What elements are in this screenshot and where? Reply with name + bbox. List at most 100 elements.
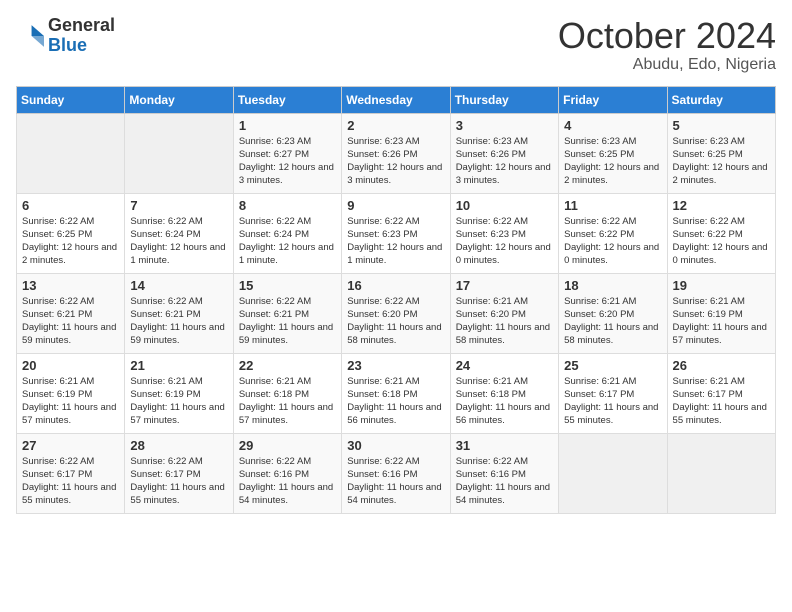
day-info: Sunrise: 6:22 AM Sunset: 6:17 PM Dayligh… bbox=[130, 455, 227, 508]
calendar-day-cell: 1 Sunrise: 6:23 AM Sunset: 6:27 PM Daylig… bbox=[233, 113, 341, 193]
day-info: Sunrise: 6:21 AM Sunset: 6:19 PM Dayligh… bbox=[22, 375, 119, 428]
calendar-day-cell: 4 Sunrise: 6:23 AM Sunset: 6:25 PM Daylig… bbox=[559, 113, 667, 193]
day-number: 2 bbox=[347, 118, 444, 133]
day-number: 5 bbox=[673, 118, 770, 133]
logo-icon bbox=[16, 22, 44, 50]
day-info: Sunrise: 6:23 AM Sunset: 6:26 PM Dayligh… bbox=[347, 135, 444, 188]
calendar-day-cell: 14Sunrise: 6:22 AM Sunset: 6:21 PM Dayli… bbox=[125, 273, 233, 353]
weekday-header: Saturday bbox=[667, 86, 775, 113]
calendar-day-cell: 30Sunrise: 6:22 AM Sunset: 6:16 PM Dayli… bbox=[342, 433, 450, 513]
calendar-day-cell: 20 Sunrise: 6:21 AM Sunset: 6:19 PM Dayli… bbox=[17, 353, 125, 433]
day-info: Sunrise: 6:21 AM Sunset: 6:19 PM Dayligh… bbox=[130, 375, 227, 428]
day-info: Sunrise: 6:22 AM Sunset: 6:16 PM Dayligh… bbox=[239, 455, 336, 508]
day-number: 24 bbox=[456, 358, 553, 373]
calendar-day-cell: 12 Sunrise: 6:22 AM Sunset: 6:22 PM Dayli… bbox=[667, 193, 775, 273]
calendar-day-cell bbox=[559, 433, 667, 513]
day-number: 29 bbox=[239, 438, 336, 453]
day-info: Sunrise: 6:22 AM Sunset: 6:21 PM Dayligh… bbox=[239, 295, 336, 348]
calendar-day-cell: 2 Sunrise: 6:23 AM Sunset: 6:26 PM Daylig… bbox=[342, 113, 450, 193]
day-info: Sunrise: 6:22 AM Sunset: 6:16 PM Dayligh… bbox=[456, 455, 553, 508]
day-info: Sunrise: 6:22 AM Sunset: 6:17 PM Dayligh… bbox=[22, 455, 119, 508]
day-number: 13 bbox=[22, 278, 119, 293]
calendar-day-cell: 28Sunrise: 6:22 AM Sunset: 6:17 PM Dayli… bbox=[125, 433, 233, 513]
day-info: Sunrise: 6:22 AM Sunset: 6:23 PM Dayligh… bbox=[347, 215, 444, 268]
day-info: Sunrise: 6:21 AM Sunset: 6:18 PM Dayligh… bbox=[239, 375, 336, 428]
day-info: Sunrise: 6:22 AM Sunset: 6:24 PM Dayligh… bbox=[130, 215, 227, 268]
day-info: Sunrise: 6:23 AM Sunset: 6:25 PM Dayligh… bbox=[564, 135, 661, 188]
calendar-day-cell: 24 Sunrise: 6:21 AM Sunset: 6:18 PM Dayli… bbox=[450, 353, 558, 433]
day-info: Sunrise: 6:22 AM Sunset: 6:25 PM Dayligh… bbox=[22, 215, 119, 268]
month-title: October 2024 bbox=[558, 16, 776, 56]
day-number: 27 bbox=[22, 438, 119, 453]
calendar-day-cell bbox=[17, 113, 125, 193]
day-info: Sunrise: 6:21 AM Sunset: 6:17 PM Dayligh… bbox=[673, 375, 770, 428]
day-number: 19 bbox=[673, 278, 770, 293]
calendar-week-row: 20 Sunrise: 6:21 AM Sunset: 6:19 PM Dayli… bbox=[17, 353, 776, 433]
day-info: Sunrise: 6:22 AM Sunset: 6:21 PM Dayligh… bbox=[130, 295, 227, 348]
calendar-day-cell: 5 Sunrise: 6:23 AM Sunset: 6:25 PM Daylig… bbox=[667, 113, 775, 193]
day-info: Sunrise: 6:22 AM Sunset: 6:22 PM Dayligh… bbox=[564, 215, 661, 268]
weekday-header: Sunday bbox=[17, 86, 125, 113]
day-number: 26 bbox=[673, 358, 770, 373]
calendar-day-cell: 7 Sunrise: 6:22 AM Sunset: 6:24 PM Daylig… bbox=[125, 193, 233, 273]
day-info: Sunrise: 6:21 AM Sunset: 6:20 PM Dayligh… bbox=[564, 295, 661, 348]
calendar-day-cell: 27 Sunrise: 6:22 AM Sunset: 6:17 PM Dayli… bbox=[17, 433, 125, 513]
calendar-day-cell: 15Sunrise: 6:22 AM Sunset: 6:21 PM Dayli… bbox=[233, 273, 341, 353]
calendar-day-cell: 11 Sunrise: 6:22 AM Sunset: 6:22 PM Dayli… bbox=[559, 193, 667, 273]
day-number: 20 bbox=[22, 358, 119, 373]
day-number: 4 bbox=[564, 118, 661, 133]
calendar-day-cell: 19Sunrise: 6:21 AM Sunset: 6:19 PM Dayli… bbox=[667, 273, 775, 353]
calendar-day-cell: 17 Sunrise: 6:21 AM Sunset: 6:20 PM Dayli… bbox=[450, 273, 558, 353]
day-info: Sunrise: 6:22 AM Sunset: 6:22 PM Dayligh… bbox=[673, 215, 770, 268]
calendar-day-cell: 25Sunrise: 6:21 AM Sunset: 6:17 PM Dayli… bbox=[559, 353, 667, 433]
logo-text: General Blue bbox=[48, 16, 115, 56]
logo: General Blue bbox=[16, 16, 115, 56]
day-info: Sunrise: 6:23 AM Sunset: 6:27 PM Dayligh… bbox=[239, 135, 336, 188]
calendar-day-cell: 23 Sunrise: 6:21 AM Sunset: 6:18 PM Dayli… bbox=[342, 353, 450, 433]
day-number: 3 bbox=[456, 118, 553, 133]
day-info: Sunrise: 6:21 AM Sunset: 6:18 PM Dayligh… bbox=[347, 375, 444, 428]
calendar-day-cell: 8Sunrise: 6:22 AM Sunset: 6:24 PM Daylig… bbox=[233, 193, 341, 273]
calendar-day-cell: 18 Sunrise: 6:21 AM Sunset: 6:20 PM Dayli… bbox=[559, 273, 667, 353]
calendar-day-cell bbox=[125, 113, 233, 193]
day-info: Sunrise: 6:21 AM Sunset: 6:20 PM Dayligh… bbox=[456, 295, 553, 348]
calendar-day-cell: 16Sunrise: 6:22 AM Sunset: 6:20 PM Dayli… bbox=[342, 273, 450, 353]
calendar-day-cell: 3 Sunrise: 6:23 AM Sunset: 6:26 PM Daylig… bbox=[450, 113, 558, 193]
day-info: Sunrise: 6:22 AM Sunset: 6:23 PM Dayligh… bbox=[456, 215, 553, 268]
calendar-day-cell: 22 Sunrise: 6:21 AM Sunset: 6:18 PM Dayli… bbox=[233, 353, 341, 433]
day-info: Sunrise: 6:23 AM Sunset: 6:26 PM Dayligh… bbox=[456, 135, 553, 188]
day-number: 18 bbox=[564, 278, 661, 293]
calendar-week-row: 27 Sunrise: 6:22 AM Sunset: 6:17 PM Dayli… bbox=[17, 433, 776, 513]
day-number: 17 bbox=[456, 278, 553, 293]
calendar-week-row: 6 Sunrise: 6:22 AM Sunset: 6:25 PM Daylig… bbox=[17, 193, 776, 273]
day-info: Sunrise: 6:23 AM Sunset: 6:25 PM Dayligh… bbox=[673, 135, 770, 188]
calendar-day-cell: 13Sunrise: 6:22 AM Sunset: 6:21 PM Dayli… bbox=[17, 273, 125, 353]
day-number: 31 bbox=[456, 438, 553, 453]
calendar-week-row: 1 Sunrise: 6:23 AM Sunset: 6:27 PM Daylig… bbox=[17, 113, 776, 193]
day-number: 11 bbox=[564, 198, 661, 213]
location-title: Abudu, Edo, Nigeria bbox=[558, 56, 776, 74]
day-number: 9 bbox=[347, 198, 444, 213]
calendar-header: SundayMondayTuesdayWednesdayThursdayFrid… bbox=[17, 86, 776, 113]
day-number: 12 bbox=[673, 198, 770, 213]
day-number: 23 bbox=[347, 358, 444, 373]
calendar-table: SundayMondayTuesdayWednesdayThursdayFrid… bbox=[16, 86, 776, 514]
logo-line1: General bbox=[48, 16, 115, 36]
title-block: October 2024 Abudu, Edo, Nigeria bbox=[558, 16, 776, 74]
day-number: 10 bbox=[456, 198, 553, 213]
day-info: Sunrise: 6:21 AM Sunset: 6:18 PM Dayligh… bbox=[456, 375, 553, 428]
weekday-header: Monday bbox=[125, 86, 233, 113]
day-number: 7 bbox=[130, 198, 227, 213]
day-number: 22 bbox=[239, 358, 336, 373]
day-number: 1 bbox=[239, 118, 336, 133]
day-info: Sunrise: 6:22 AM Sunset: 6:16 PM Dayligh… bbox=[347, 455, 444, 508]
calendar-day-cell: 9 Sunrise: 6:22 AM Sunset: 6:23 PM Daylig… bbox=[342, 193, 450, 273]
calendar-day-cell: 21Sunrise: 6:21 AM Sunset: 6:19 PM Dayli… bbox=[125, 353, 233, 433]
weekday-header: Friday bbox=[559, 86, 667, 113]
calendar-day-cell: 31 Sunrise: 6:22 AM Sunset: 6:16 PM Dayli… bbox=[450, 433, 558, 513]
weekday-header: Wednesday bbox=[342, 86, 450, 113]
day-number: 6 bbox=[22, 198, 119, 213]
logo-line2: Blue bbox=[48, 36, 115, 56]
calendar-day-cell: 29 Sunrise: 6:22 AM Sunset: 6:16 PM Dayli… bbox=[233, 433, 341, 513]
weekday-header: Tuesday bbox=[233, 86, 341, 113]
